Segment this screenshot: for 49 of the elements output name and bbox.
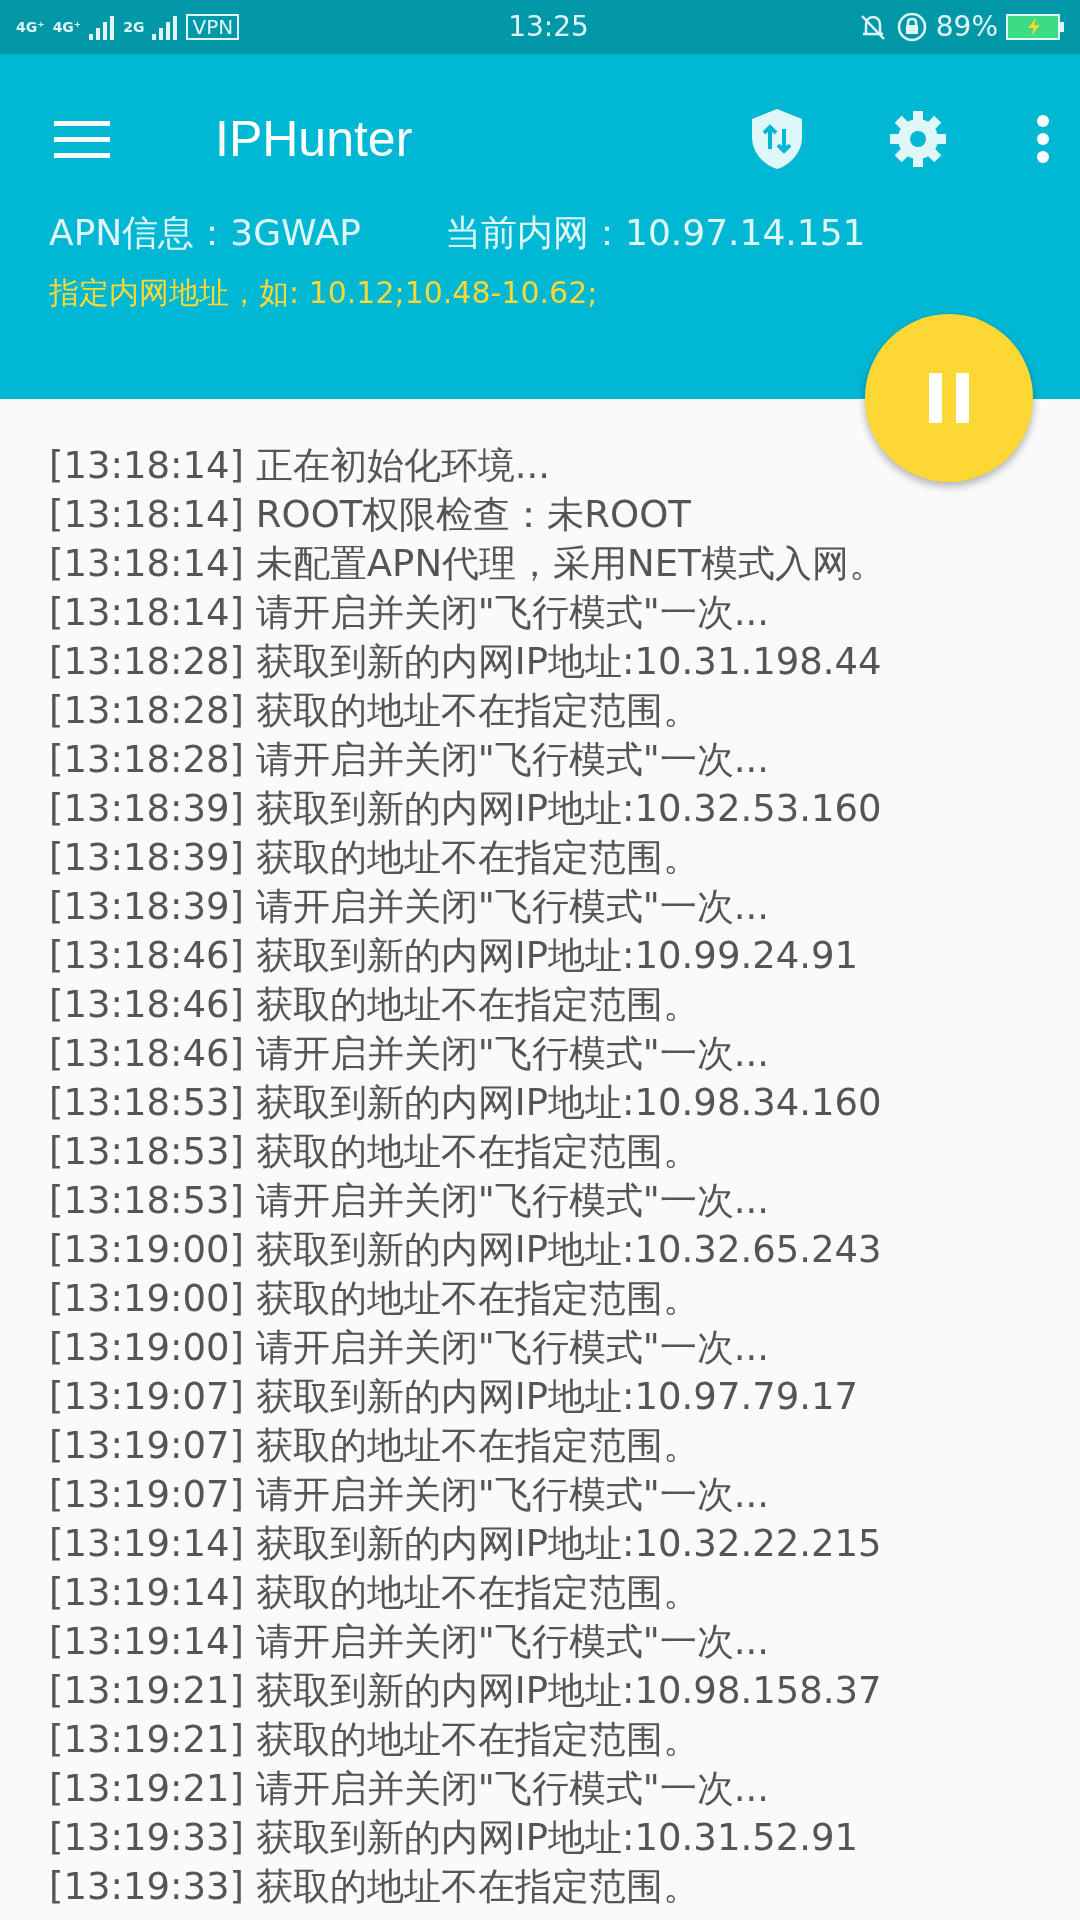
log-line: [13:19:21] 获取到新的内网IP地址:10.98.158.37 <box>49 1668 883 1714</box>
log-line: [13:19:21] 获取的地址不在指定范围。 <box>49 1717 701 1763</box>
log-line: [13:19:14] 获取到新的内网IP地址:10.32.22.215 <box>49 1521 883 1567</box>
log-line: [13:19:33] 获取到新的内网IP地址:10.31.52.91 <box>49 1815 860 1861</box>
log-line: [13:19:33] 获取的地址不在指定范围。 <box>49 1864 701 1910</box>
log-line: [13:18:14] 未配置APN代理，采用NET模式入网。 <box>49 541 887 587</box>
log-line: [13:19:00] 获取到新的内网IP地址:10.32.65.243 <box>49 1227 883 1273</box>
log-line: [13:19:21] 请开启并关闭"飞行模式"一次... <box>49 1766 771 1812</box>
settings-icon[interactable] <box>888 109 948 169</box>
pause-icon <box>929 373 969 423</box>
log-line: [13:19:07] 获取到新的内网IP地址:10.97.79.17 <box>49 1374 860 1420</box>
log-line: [13:19:00] 请开启并关闭"飞行模式"一次... <box>49 1325 771 1371</box>
log-line: [13:19:07] 获取的地址不在指定范围。 <box>49 1423 701 1469</box>
network-type: 4G⁺ <box>16 20 45 34</box>
log-line: [13:18:14] 请开启并关闭"飞行模式"一次... <box>49 590 771 636</box>
intranet-address: 当前内网：10.97.14.151 <box>445 211 866 255</box>
signal-icon <box>152 14 179 40</box>
log-line: [13:18:46] 获取到新的内网IP地址:10.99.24.91 <box>49 933 860 979</box>
log-line: [13:18:28] 获取到新的内网IP地址:10.31.198.44 <box>49 639 883 685</box>
log-line: [13:19:14] 获取的地址不在指定范围。 <box>49 1570 701 1616</box>
shield-icon[interactable] <box>750 107 804 171</box>
log-line: [13:18:46] 请开启并关闭"飞行模式"一次... <box>49 1031 771 1077</box>
log-line: [13:18:28] 获取的地址不在指定范围。 <box>49 688 701 734</box>
network-type: 4G⁺ <box>52 20 82 34</box>
battery-charging-icon <box>1006 13 1064 41</box>
log-line: [13:18:28] 请开启并关闭"飞行模式"一次... <box>49 737 771 783</box>
log-line: [13:18:53] 请开启并关闭"飞行模式"一次... <box>49 1178 771 1224</box>
log-line: [13:18:39] 请开启并关闭"飞行模式"一次... <box>49 884 771 930</box>
vpn-indicator: VPN <box>186 14 240 40</box>
app-title: IPHunter <box>215 109 414 169</box>
log-line: [13:19:07] 请开启并关闭"飞行模式"一次... <box>49 1472 771 1518</box>
battery-percent: 89% <box>935 9 998 45</box>
log-line: [13:18:39] 获取的地址不在指定范围。 <box>49 835 701 881</box>
log-line: [13:19:00] 获取的地址不在指定范围。 <box>49 1276 701 1322</box>
log-line: [13:18:53] 获取的地址不在指定范围。 <box>49 1129 701 1175</box>
signal-icon <box>89 14 116 40</box>
log-line: [13:18:53] 获取到新的内网IP地址:10.98.34.160 <box>49 1080 883 1126</box>
apn-info: APN信息：3GWAP <box>49 211 362 255</box>
range-input-field[interactable]: 指定内网地址，如: 10.12;10.48-10.62; <box>49 270 869 315</box>
log-line: [13:18:39] 获取到新的内网IP地址:10.32.53.160 <box>49 786 883 832</box>
rotation-lock-icon <box>895 11 928 43</box>
log-line: [13:18:14] ROOT权限检查：未ROOT <box>49 492 692 538</box>
menu-icon[interactable] <box>54 119 110 159</box>
log-line: [13:18:46] 获取的地址不在指定范围。 <box>49 982 701 1028</box>
more-icon[interactable] <box>1036 114 1050 164</box>
network-type: 2G <box>123 20 145 34</box>
log-line: [13:19:14] 请开启并关闭"飞行模式"一次... <box>49 1619 771 1665</box>
log-line: [13:18:14] 正在初始化环境... <box>49 443 552 489</box>
clock: 13:25 <box>508 10 589 43</box>
